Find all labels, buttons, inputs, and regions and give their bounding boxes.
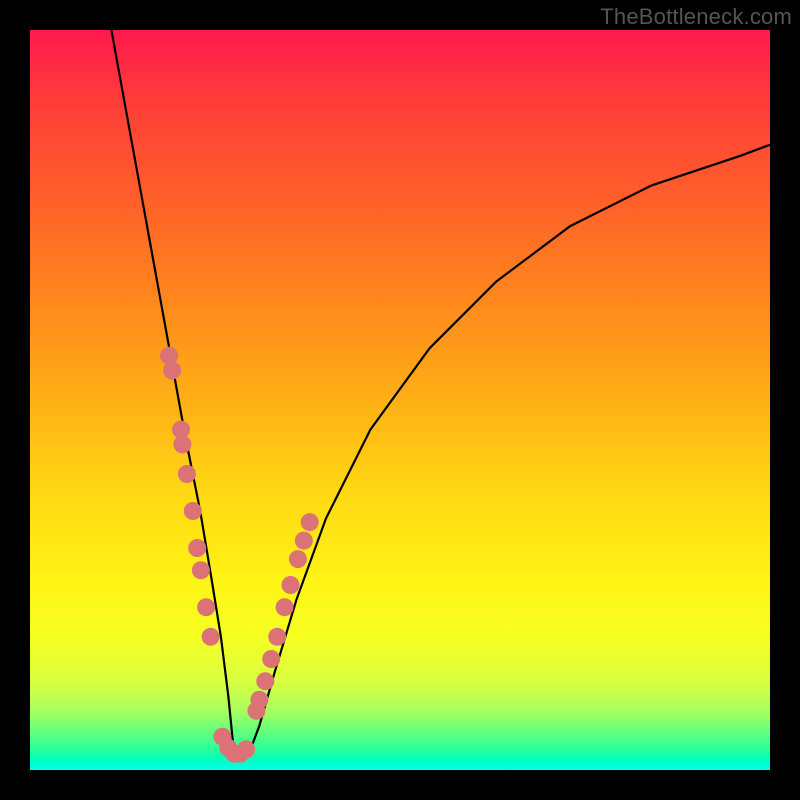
- data-point: [192, 561, 210, 579]
- data-point: [276, 598, 294, 616]
- data-point: [202, 628, 220, 646]
- data-point: [262, 650, 280, 668]
- data-point: [250, 691, 268, 709]
- chart-svg: [30, 30, 770, 770]
- plot-area: [30, 30, 770, 770]
- data-point: [282, 576, 300, 594]
- data-point: [173, 435, 191, 453]
- data-point: [295, 532, 313, 550]
- data-point: [178, 465, 196, 483]
- data-point: [197, 598, 215, 616]
- bottleneck-curve: [111, 30, 770, 755]
- data-point: [237, 740, 255, 758]
- data-point: [301, 513, 319, 531]
- data-point: [289, 550, 307, 568]
- chart-frame: TheBottleneck.com: [0, 0, 800, 800]
- data-point: [163, 361, 181, 379]
- watermark-text: TheBottleneck.com: [600, 4, 792, 30]
- data-point: [268, 628, 286, 646]
- data-point: [160, 347, 178, 365]
- data-point: [188, 539, 206, 557]
- data-point: [256, 672, 274, 690]
- data-point: [184, 502, 202, 520]
- data-points-group: [160, 347, 319, 763]
